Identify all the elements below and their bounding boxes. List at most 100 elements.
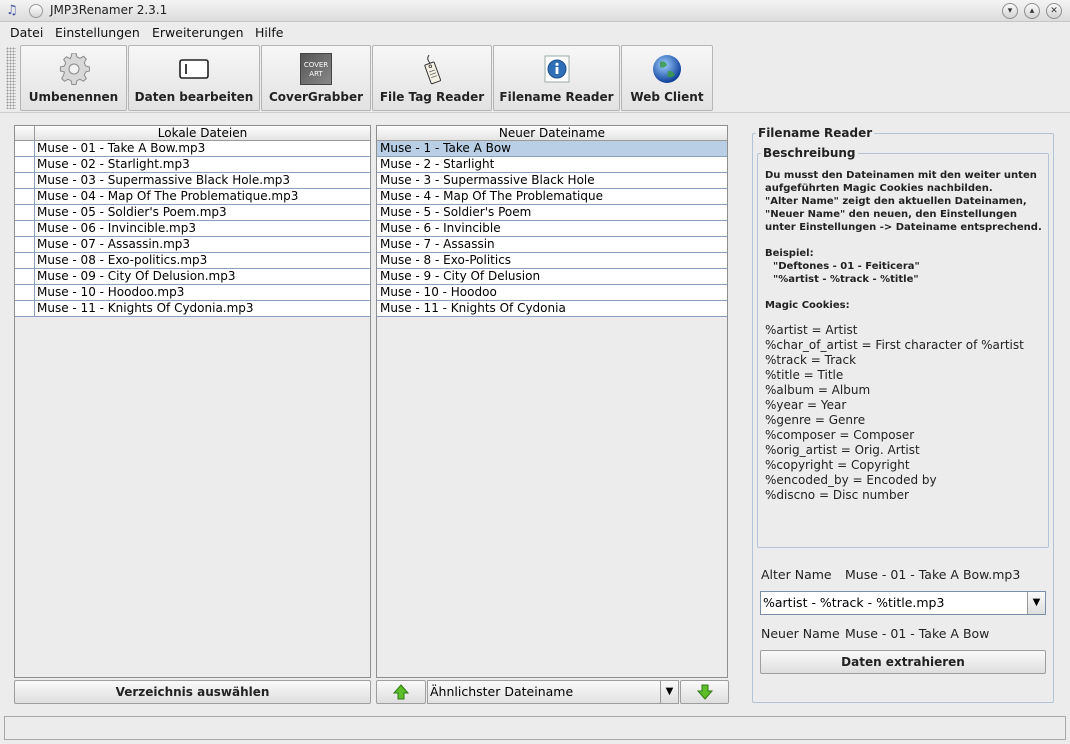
magic-cookie-item: %title = Title <box>765 368 844 382</box>
new-names-header-label: Neuer Dateiname <box>498 126 606 140</box>
example-line: "Deftones - 01 - Feiticera" <box>773 261 920 272</box>
covergrabber-button[interactable]: COVER ART CoverGrabber <box>261 45 371 111</box>
web-client-button[interactable]: Web Client <box>621 45 713 111</box>
local-files-header[interactable]: Lokale Dateien <box>15 126 370 141</box>
local-file-row[interactable]: Muse - 02 - Starlight.mp3 <box>15 157 370 173</box>
cell-text: Muse - 08 - Exo-politics.mp3 <box>37 253 208 267</box>
local-file-row[interactable]: Muse - 03 - Supermassive Black Hole.mp3 <box>15 173 370 189</box>
cell-text: Muse - 7 - Assassin <box>380 237 495 251</box>
cell-text: Muse - 09 - City Of Delusion.mp3 <box>37 269 236 283</box>
local-files-rows: Muse - 01 - Take A Bow.mp3 Muse - 02 - St… <box>15 141 370 317</box>
cell-text: Muse - 10 - Hoodoo.mp3 <box>37 285 185 299</box>
cell-text: Muse - 5 - Soldier's Poem <box>380 205 532 219</box>
local-files-table[interactable]: Lokale Dateien Muse - 01 - Take A Bow.mp… <box>14 125 371 678</box>
match-mode-value: Ähnlichster Dateiname <box>430 684 574 699</box>
cell-text: Muse - 01 - Take A Bow.mp3 <box>37 141 206 155</box>
cell-text: Muse - 8 - Exo-Politics <box>380 253 512 267</box>
menu-datei[interactable]: Datei <box>10 25 43 40</box>
toolbar-grip[interactable] <box>6 47 16 109</box>
row-index-cell <box>15 221 35 236</box>
local-file-row[interactable]: Muse - 05 - Soldier's Poem.mp3 <box>15 205 370 221</box>
local-file-row[interactable]: Muse - 06 - Invincible.mp3 <box>15 221 370 237</box>
new-name-row[interactable]: Muse - 9 - City Of Delusion <box>377 269 727 285</box>
local-file-row[interactable]: Muse - 10 - Hoodoo.mp3 <box>15 285 370 301</box>
title-bar: ♫ JMP3Renamer 2.3.1 ▾ ▴ ✕ <box>0 0 1070 22</box>
window-menu-button[interactable] <box>29 4 43 18</box>
local-file-row[interactable]: Muse - 08 - Exo-politics.mp3 <box>15 253 370 269</box>
arrow-up-icon <box>392 684 410 700</box>
local-file-row[interactable]: Muse - 07 - Assassin.mp3 <box>15 237 370 253</box>
menu-einstellungen[interactable]: Einstellungen <box>55 25 140 40</box>
cell-text: Muse - 9 - City Of Delusion <box>380 269 541 283</box>
cell-text: Muse - 07 - Assassin.mp3 <box>37 237 191 251</box>
arrow-down-icon <box>696 684 713 700</box>
chevron-down-icon[interactable]: ▼ <box>660 681 678 703</box>
cell-text: Muse - 1 - Take A Bow <box>380 141 511 155</box>
web-client-label: Web Client <box>630 90 704 104</box>
filename-reader-title: Filename Reader <box>756 126 875 140</box>
menu-hilfe[interactable]: Hilfe <box>255 25 283 40</box>
toolbar: Umbenennen Daten bearbeiten COVER ART Co… <box>0 43 1070 113</box>
old-name-label: Alter Name <box>761 567 832 582</box>
new-name-label: Neuer Name <box>761 626 840 641</box>
magic-cookie-item: %char_of_artist = First character of %ar… <box>765 338 1024 352</box>
local-file-row[interactable]: Muse - 04 - Map Of The Problematique.mp3 <box>15 189 370 205</box>
status-bar <box>4 716 1066 740</box>
edit-icon <box>179 59 209 79</box>
extract-data-button[interactable]: Daten extrahieren <box>760 650 1046 674</box>
new-name-row[interactable]: Muse - 2 - Starlight <box>377 157 727 173</box>
new-name-row[interactable]: Muse - 11 - Knights Of Cydonia <box>377 301 727 317</box>
select-directory-button[interactable]: Verzeichnis auswählen <box>14 680 371 704</box>
globe-icon <box>653 55 681 83</box>
pattern-value: %artist - %track - %title.mp3 <box>763 595 945 610</box>
new-name-row[interactable]: Muse - 6 - Invincible <box>377 221 727 237</box>
new-names-table[interactable]: Neuer Dateiname Muse - 1 - Take A Bow Mus… <box>376 125 728 678</box>
row-index-cell <box>15 285 35 300</box>
window-title: JMP3Renamer 2.3.1 <box>50 3 168 17</box>
cell-text: Muse - 03 - Supermassive Black Hole.mp3 <box>37 173 291 187</box>
chevron-down-icon[interactable]: ▼ <box>1027 592 1045 614</box>
match-mode-select[interactable]: Ähnlichster Dateiname ▼ <box>427 680 679 704</box>
cell-text: Muse - 06 - Invincible.mp3 <box>37 221 196 235</box>
daten-bearbeiten-label: Daten bearbeiten <box>134 90 254 104</box>
filename-reader-button[interactable]: Filename Reader <box>493 45 620 111</box>
cell-text: Muse - 11 - Knights Of Cydonia.mp3 <box>37 301 254 315</box>
magic-cookie-item: %discno = Disc number <box>765 488 909 502</box>
local-file-row[interactable]: Muse - 09 - City Of Delusion.mp3 <box>15 269 370 285</box>
close-icon[interactable]: ✕ <box>1046 3 1062 19</box>
new-name-row[interactable]: Muse - 7 - Assassin <box>377 237 727 253</box>
magic-cookie-item: %orig_artist = Orig. Artist <box>765 443 920 457</box>
info-icon <box>544 55 569 83</box>
row-index-cell <box>15 269 35 284</box>
file-tag-reader-button[interactable]: File Tag Reader <box>372 45 492 111</box>
old-name-value: Muse - 01 - Take A Bow.mp3 <box>845 567 1021 582</box>
tag-icon <box>424 54 442 85</box>
pattern-input[interactable]: %artist - %track - %title.mp3 ▼ <box>760 591 1046 615</box>
minimize-icon[interactable]: ▾ <box>1002 3 1018 19</box>
menu-erweiterungen[interactable]: Erweiterungen <box>152 25 244 40</box>
gear-icon <box>59 53 90 85</box>
new-name-row[interactable]: Muse - 5 - Soldier's Poem <box>377 205 727 221</box>
new-names-header[interactable]: Neuer Dateiname <box>377 126 727 141</box>
umbenennen-label: Umbenennen <box>28 90 119 104</box>
new-name-row[interactable]: Muse - 4 - Map Of The Problematique <box>377 189 727 205</box>
local-file-row[interactable]: Muse - 11 - Knights Of Cydonia.mp3 <box>15 301 370 317</box>
magic-cookie-item: %year = Year <box>765 398 847 412</box>
new-name-row[interactable]: Muse - 8 - Exo-Politics <box>377 253 727 269</box>
example-line: "%artist - %track - %title" <box>773 274 919 285</box>
move-up-button[interactable] <box>376 680 426 704</box>
local-file-row[interactable]: Muse - 01 - Take A Bow.mp3 <box>15 141 370 157</box>
new-name-row[interactable]: Muse - 10 - Hoodoo <box>377 285 727 301</box>
row-index-cell <box>15 157 35 172</box>
new-name-row[interactable]: Muse - 1 - Take A Bow <box>377 141 727 157</box>
umbenennen-button[interactable]: Umbenennen <box>20 45 127 111</box>
maximize-icon[interactable]: ▴ <box>1024 3 1040 19</box>
row-index-cell <box>15 237 35 252</box>
description-line: "Alter Name" zeigt den aktuellen Dateina… <box>765 196 1027 207</box>
move-down-button[interactable] <box>680 680 729 704</box>
daten-bearbeiten-button[interactable]: Daten bearbeiten <box>128 45 260 111</box>
new-name-row[interactable]: Muse - 3 - Supermassive Black Hole <box>377 173 727 189</box>
row-index-cell <box>15 253 35 268</box>
description-title: Beschreibung <box>761 146 858 160</box>
cell-text: Muse - 3 - Supermassive Black Hole <box>380 173 595 187</box>
